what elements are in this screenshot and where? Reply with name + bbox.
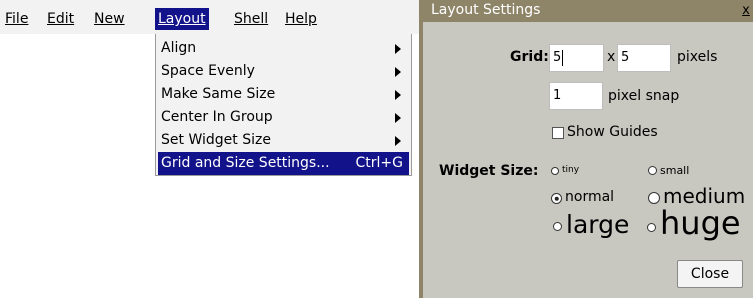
radio-medium[interactable] — [648, 192, 660, 204]
close-icon[interactable]: x — [739, 0, 753, 21]
grid-x-input[interactable]: 5 — [549, 44, 604, 72]
menu-item-space-evenly[interactable]: Space Evenly — [158, 60, 409, 83]
radio-small-label: small — [660, 164, 690, 177]
radio-large[interactable] — [553, 222, 562, 231]
menu-shell[interactable]: Shell — [231, 8, 271, 30]
radio-huge[interactable] — [647, 223, 656, 232]
menu-new[interactable]: New — [91, 8, 128, 30]
menu-help[interactable]: Help — [282, 8, 320, 30]
menu-edit[interactable]: Edit — [44, 8, 77, 30]
show-guides-checkbox[interactable] — [552, 127, 564, 139]
radio-huge-label: huge — [660, 204, 741, 242]
submenu-arrow-icon — [395, 67, 401, 77]
menu-item-grid-and-size-settings[interactable]: Grid and Size Settings... Ctrl+G — [158, 152, 409, 175]
menu-item-set-widget-size[interactable]: Set Widget Size — [158, 129, 409, 152]
submenu-arrow-icon — [395, 90, 401, 100]
submenu-arrow-icon — [395, 44, 401, 54]
radio-normal-label: normal — [565, 189, 615, 205]
dialog-titlebar[interactable]: Layout Settings x — [423, 0, 753, 22]
text-caret — [562, 49, 564, 66]
grid-label: Grid: — [510, 49, 549, 65]
menu-item-make-same-size[interactable]: Make Same Size — [158, 83, 409, 106]
shortcut-label: Ctrl+G — [355, 155, 404, 171]
layout-dropdown-menu: Align Space Evenly Make Same Size Center… — [155, 34, 412, 176]
menu-item-align[interactable]: Align — [158, 37, 409, 60]
grid-unit-label: pixels — [677, 49, 718, 65]
dialog-title: Layout Settings — [431, 2, 541, 18]
widget-size-label: Widget Size: — [439, 163, 539, 179]
radio-large-label: large — [566, 210, 630, 239]
radio-tiny-label: tiny — [562, 165, 580, 175]
menubar: File Edit New Layout Shell Help — [0, 0, 419, 34]
submenu-arrow-icon — [395, 136, 401, 146]
radio-small[interactable] — [648, 166, 657, 175]
grid-separator: x — [607, 49, 616, 65]
show-guides-label: Show Guides — [567, 124, 658, 140]
grid-y-input[interactable]: 5 — [617, 44, 671, 72]
menu-file[interactable]: File — [2, 8, 31, 30]
radio-tiny[interactable] — [551, 167, 559, 175]
menu-layout[interactable]: Layout — [155, 8, 209, 30]
pixel-snap-input[interactable]: 1 — [549, 82, 603, 110]
radio-normal[interactable] — [551, 193, 562, 204]
close-button[interactable]: Close — [677, 260, 743, 288]
app-window: File Edit New Layout Shell Help Align Sp… — [0, 0, 419, 298]
menu-item-center-in-group[interactable]: Center In Group — [158, 106, 409, 129]
submenu-arrow-icon — [395, 113, 401, 123]
pixel-snap-label: pixel snap — [608, 88, 680, 104]
